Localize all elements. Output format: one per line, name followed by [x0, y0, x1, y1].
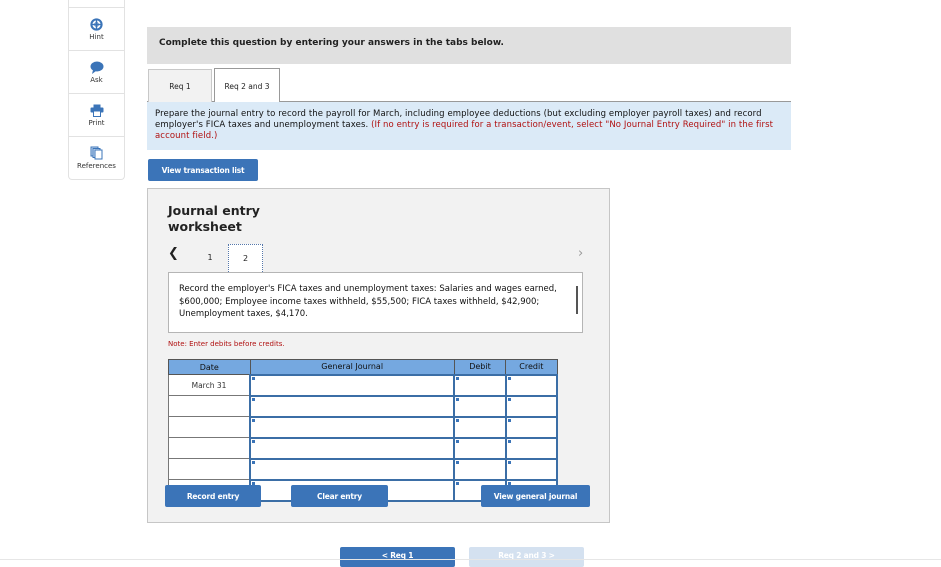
- transaction-description: Record the employer's FICA taxes and une…: [168, 272, 583, 333]
- credit-field[interactable]: [504, 457, 559, 481]
- sidebar-item-label: Print: [88, 118, 105, 127]
- debit-field[interactable]: [453, 436, 507, 460]
- account-input[interactable]: [251, 397, 454, 416]
- table-row: [168, 457, 559, 481]
- sidebar-item-label: Ask: [90, 75, 103, 84]
- sidebar-item-label: References: [77, 162, 116, 170]
- date-cell: [168, 437, 251, 459]
- worksheet-page-2[interactable]: 2: [228, 244, 263, 272]
- sidebar-item-print[interactable]: Print: [69, 93, 124, 136]
- header-debit: Debit: [453, 359, 507, 375]
- debit-input[interactable]: [455, 439, 505, 458]
- debit-input[interactable]: [455, 397, 505, 416]
- sidebar-item-label: Hint: [89, 32, 104, 41]
- table-row: [168, 415, 559, 439]
- journal-table: Date General Journal Debit Credit March …: [168, 359, 559, 502]
- account-field[interactable]: [249, 394, 456, 418]
- credit-input[interactable]: [506, 418, 556, 437]
- debit-field[interactable]: [453, 373, 507, 397]
- worksheet-title: Journal entry worksheet: [168, 203, 260, 235]
- account-field[interactable]: [249, 373, 456, 397]
- record-entry-button[interactable]: Record entry: [165, 485, 261, 507]
- footer-divider: [0, 559, 941, 560]
- credit-input[interactable]: [506, 397, 556, 416]
- worksheet-title-line1: Journal entry: [168, 203, 260, 218]
- credit-field[interactable]: [504, 394, 559, 418]
- next-requirement-button[interactable]: Req 2 and 3 >: [469, 547, 584, 567]
- printer-icon: [90, 104, 103, 117]
- table-row: [168, 436, 559, 460]
- debits-note: Note: Enter debits before credits.: [168, 340, 285, 348]
- view-transaction-list-button[interactable]: View transaction list: [148, 159, 258, 181]
- account-input[interactable]: [251, 439, 454, 458]
- credit-field[interactable]: [504, 436, 559, 460]
- header-date: Date: [168, 359, 251, 375]
- header-credit: Credit: [505, 359, 558, 375]
- description-scrollbar[interactable]: [576, 286, 578, 314]
- requirement-instructions: Prepare the journal entry to record the …: [147, 102, 791, 150]
- debit-input[interactable]: [455, 460, 505, 479]
- worksheet-page-1[interactable]: 1: [200, 244, 220, 270]
- chevron-left-icon[interactable]: ❮: [168, 246, 179, 261]
- journal-table-header: Date General Journal Debit Credit: [168, 359, 558, 375]
- date-cell: [168, 416, 251, 438]
- sidebar-item-hint[interactable]: Hint: [69, 7, 124, 50]
- debit-field[interactable]: [453, 394, 507, 418]
- journal-entry-worksheet: Journal entry worksheet ❮ 1 2 › Record t…: [147, 188, 610, 523]
- instruction-banner: Complete this question by entering your …: [147, 27, 791, 64]
- tab-req-2-and-3[interactable]: Req 2 and 3: [214, 68, 280, 103]
- worksheet-title-line2: worksheet: [168, 219, 242, 234]
- transaction-description-text: Record the employer's FICA taxes and une…: [179, 284, 557, 319]
- header-general-journal: General Journal: [249, 359, 455, 375]
- sidebar-item-top: [69, 0, 124, 7]
- account-input[interactable]: [251, 460, 454, 479]
- sidebar-item-references[interactable]: References: [69, 136, 124, 179]
- debit-input[interactable]: [455, 418, 505, 437]
- date-cell: [168, 395, 251, 417]
- prev-requirement-button[interactable]: < Req 1: [340, 547, 455, 567]
- credit-field[interactable]: [504, 415, 559, 439]
- table-row: March 31: [168, 373, 559, 397]
- lifebuoy-icon: [90, 17, 103, 31]
- sidebar: Hint Ask Print References: [68, 0, 125, 180]
- debit-input[interactable]: [455, 376, 505, 395]
- account-field[interactable]: [249, 436, 456, 460]
- credit-field[interactable]: [504, 373, 559, 397]
- tab-req-1[interactable]: Req 1: [148, 69, 212, 102]
- sidebar-item-ask[interactable]: Ask: [69, 50, 124, 93]
- view-general-journal-button[interactable]: View general journal: [481, 485, 590, 507]
- account-input[interactable]: [251, 376, 454, 395]
- credit-input[interactable]: [506, 460, 556, 479]
- requirement-tabs: Req 1 Req 2 and 3: [147, 68, 791, 103]
- debit-field[interactable]: [453, 415, 507, 439]
- clear-entry-button[interactable]: Clear entry: [291, 485, 388, 507]
- debit-field[interactable]: [453, 457, 507, 481]
- speech-bubble-icon: [90, 61, 103, 74]
- account-field[interactable]: [249, 457, 456, 481]
- date-cell: March 31: [168, 374, 251, 396]
- documents-icon: [90, 146, 103, 160]
- account-field[interactable]: [249, 415, 456, 439]
- table-row: [168, 394, 559, 418]
- chevron-right-icon[interactable]: ›: [578, 246, 583, 261]
- account-input[interactable]: [251, 418, 454, 437]
- date-cell: [168, 458, 251, 480]
- credit-input[interactable]: [506, 376, 556, 395]
- credit-input[interactable]: [506, 439, 556, 458]
